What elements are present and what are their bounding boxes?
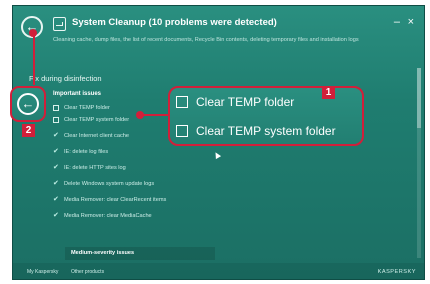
scrollbar[interactable] (417, 68, 421, 258)
checkbox-unchecked-icon (176, 124, 188, 137)
checkmark-icon[interactable]: ✔ (53, 178, 59, 190)
close-button[interactable]: × (408, 16, 414, 28)
footer: My Kaspersky Other products KASPERSKY (13, 263, 424, 279)
checkmark-icon[interactable]: ✔ (53, 146, 59, 158)
list-item-label: Media Remover: clear ClearRecent items (64, 197, 167, 203)
checkmark-icon[interactable]: ✔ (53, 210, 59, 222)
callout-connector-line (33, 33, 35, 85)
checkbox-unchecked-icon (176, 95, 188, 108)
section-title: Fix during disinfection (29, 74, 102, 83)
checkmark-icon[interactable]: ✔ (53, 162, 59, 174)
list-item[interactable]: Clear TEMP folder (53, 102, 110, 114)
callout-connector-dot (29, 29, 37, 37)
zoom-item-label: Clear TEMP folder (196, 95, 295, 109)
header-area: ← System Cleanup (10 problems were detec… (13, 6, 424, 64)
window-description: Cleaning cache, dump files, the list of … (53, 37, 359, 43)
list-item[interactable]: ✔ Clear Internet client cache (53, 130, 129, 142)
zoom-item-label: Clear TEMP system folder (196, 124, 336, 138)
list-item-label: IE: delete log files (64, 149, 109, 155)
important-issues-header: Important issues (53, 91, 102, 97)
annotation-marker-1: 1 (322, 86, 335, 99)
window-title: System Cleanup (10 problems were detecte… (72, 17, 277, 28)
list-item[interactable]: ✔ Media Remover: clear MediaCache (53, 210, 152, 222)
list-item-label: Clear TEMP folder (64, 105, 110, 111)
checkmark-icon[interactable]: ✔ (53, 130, 59, 142)
medium-severity-header[interactable]: Medium-severity issues (65, 247, 215, 260)
checkbox-unchecked[interactable] (53, 104, 59, 111)
list-item[interactable]: ✔ IE: delete log files (53, 146, 108, 158)
checkmark-icon[interactable]: ✔ (53, 194, 59, 206)
kaspersky-logo: KASPERSKY (377, 269, 416, 275)
callout-connector-line (140, 114, 168, 116)
back-arrow-icon: ← (17, 93, 39, 115)
checkbox-unchecked[interactable] (53, 116, 59, 123)
list-item[interactable]: ✔ Media Remover: clear ClearRecent items (53, 194, 166, 206)
zoom-item: Clear TEMP folder (176, 95, 294, 109)
annotation-marker-2: 2 (22, 124, 35, 137)
list-item-label: Delete Windows system update logs (64, 181, 155, 187)
zoom-item: Clear TEMP system folder (176, 124, 336, 138)
list-item[interactable]: Clear TEMP system folder (53, 114, 129, 126)
my-kaspersky-link[interactable]: My Kaspersky (27, 269, 58, 275)
list-item-label: Clear Internet client cache (64, 133, 129, 139)
list-item-label: IE: delete HTTP sites log (64, 165, 126, 171)
list-item[interactable]: ✔ IE: delete HTTP sites log (53, 162, 126, 174)
cleanup-app-icon (53, 17, 66, 31)
scrollbar-thumb[interactable] (417, 68, 421, 128)
other-products-link[interactable]: Other products (71, 269, 104, 275)
list-item[interactable]: ✔ Delete Windows system update logs (53, 178, 154, 190)
list-item-label: Media Remover: clear MediaCache (64, 213, 152, 219)
zoom-back-button-callout: ← (10, 86, 46, 122)
list-item-label: Clear TEMP system folder (64, 117, 130, 123)
minimize-button[interactable]: ‒ (394, 16, 400, 28)
callout-connector-dot (136, 111, 144, 119)
